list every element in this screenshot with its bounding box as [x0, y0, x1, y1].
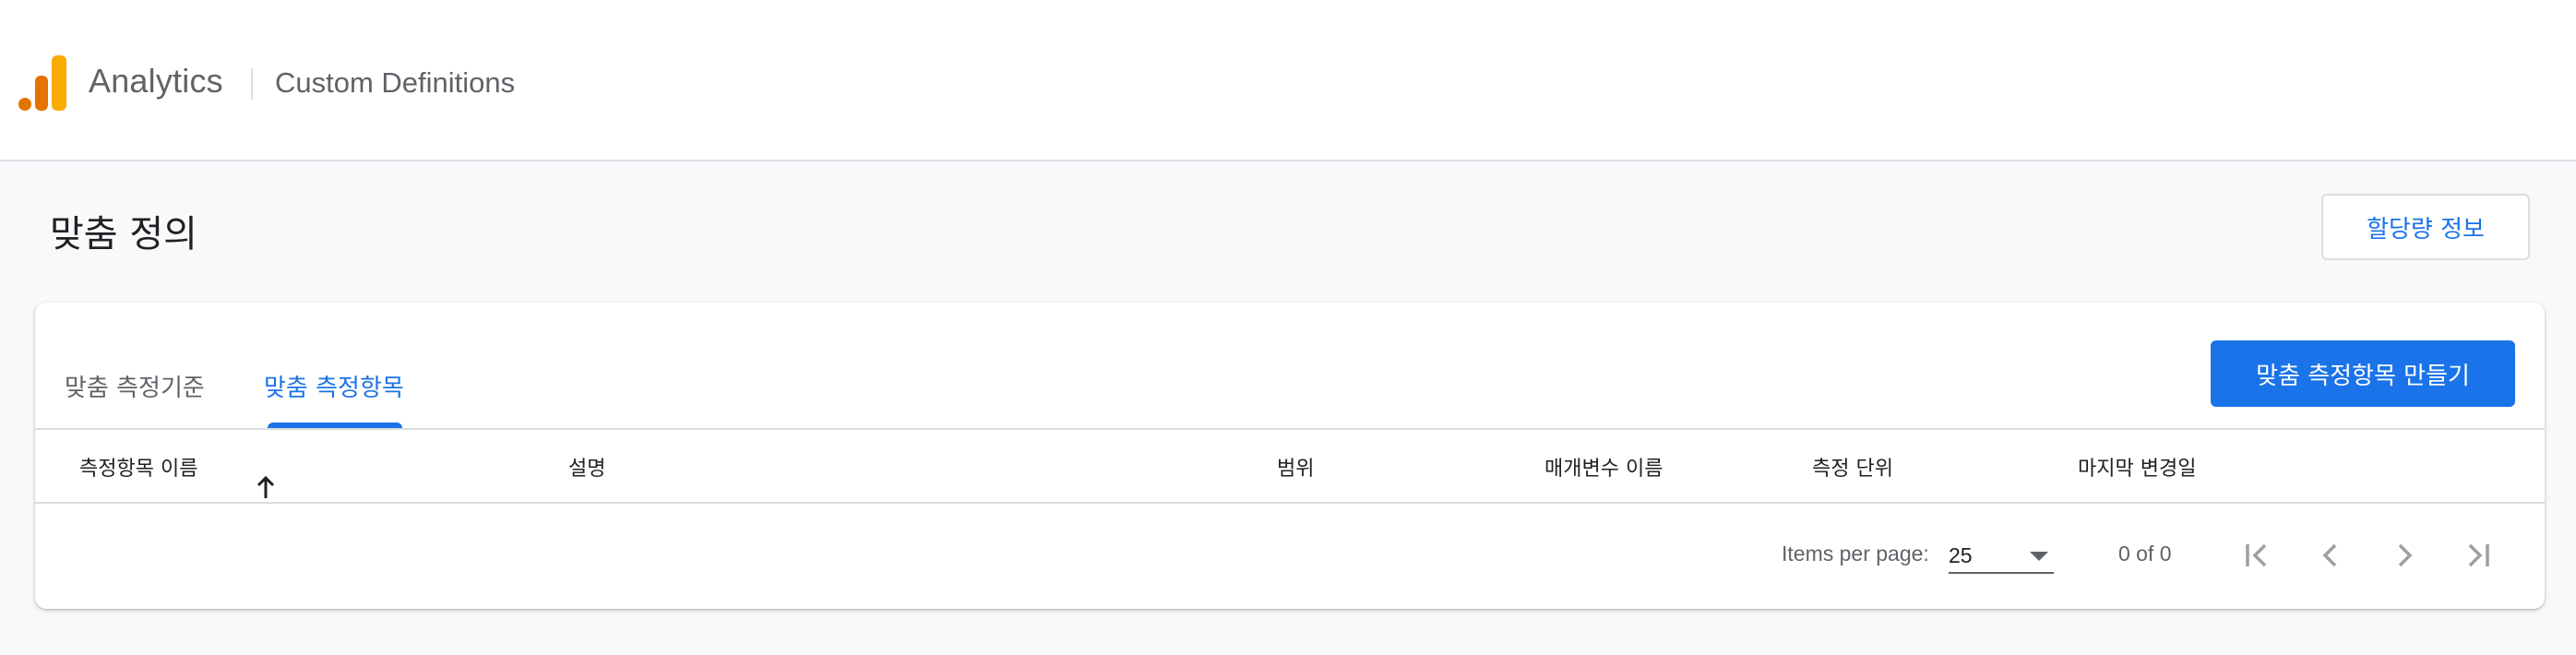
- product-name: Custom Definitions: [275, 66, 516, 99]
- column-header-last-changed[interactable]: 마지막 변경일: [2078, 452, 2196, 482]
- quota-info-button[interactable]: 할당량 정보: [2321, 194, 2530, 260]
- table-header-row: 측정항목 이름 설명 범위 매개변수 이름 측정 단위 마지막 변경일: [35, 428, 2545, 504]
- next-page-button[interactable]: [2380, 531, 2428, 579]
- column-header-label: 측정항목 이름: [79, 458, 198, 481]
- column-header-metric-name[interactable]: 측정항목 이름: [79, 452, 275, 498]
- tab-custom-metrics[interactable]: 맞춤 측정항목: [264, 369, 404, 403]
- tab-custom-dimensions[interactable]: 맞춤 측정기준: [65, 369, 205, 403]
- previous-page-button[interactable]: [2307, 531, 2355, 579]
- dropdown-arrow-icon: [2030, 552, 2048, 561]
- analytics-logo-icon[interactable]: [18, 55, 70, 111]
- items-per-page-select[interactable]: 25: [1949, 535, 2054, 574]
- column-header-unit[interactable]: 측정 단위: [1812, 452, 1893, 482]
- last-page-icon: [2468, 543, 2489, 567]
- items-per-page-label: Items per page:: [1782, 542, 1929, 566]
- sort-ascending-icon[interactable]: [255, 474, 277, 500]
- first-page-button[interactable]: [2233, 531, 2281, 579]
- page-title: 맞춤 정의: [50, 213, 197, 256]
- logo-bar-short: [35, 76, 48, 111]
- create-custom-metric-button[interactable]: 맞춤 측정항목 만들기: [2211, 340, 2515, 407]
- chevron-left-icon: [2322, 543, 2337, 567]
- logo-bar-tall: [52, 55, 66, 111]
- brand-name[interactable]: Analytics: [89, 62, 223, 101]
- custom-definitions-card: 맞춤 측정기준 맞춤 측정항목 맞춤 측정항목 만들기 측정항목 이름 설명 범…: [35, 303, 2545, 609]
- range-label: 0 of 0: [2118, 542, 2172, 566]
- last-page-button[interactable]: [2454, 531, 2502, 579]
- column-header-scope[interactable]: 범위: [1277, 452, 1314, 482]
- column-header-description[interactable]: 설명: [568, 452, 605, 482]
- chevron-right-icon: [2398, 543, 2413, 567]
- items-per-page-value: 25: [1949, 543, 1973, 567]
- logo-dot: [18, 98, 31, 111]
- brand-divider: [251, 68, 253, 100]
- first-page-icon: [2246, 543, 2267, 567]
- top-app-bar: Analytics Custom Definitions: [0, 0, 2576, 161]
- paginator: Items per page: 25 0 of 0: [35, 504, 2545, 609]
- column-header-parameter-name[interactable]: 매개변수 이름: [1544, 452, 1663, 482]
